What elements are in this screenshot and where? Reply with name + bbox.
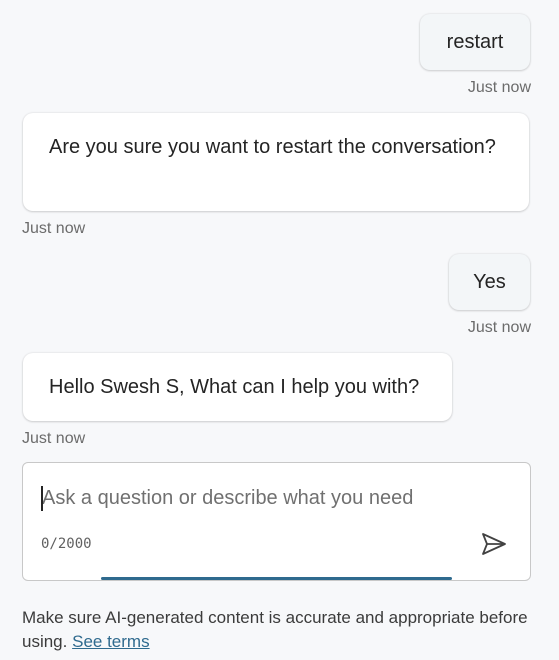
message-timestamp: Just now bbox=[467, 79, 531, 96]
character-counter: 0/2000 bbox=[41, 536, 92, 552]
send-button[interactable] bbox=[479, 529, 509, 559]
message-text: restart bbox=[446, 31, 504, 53]
message-text: Are you sure you want to restart the con… bbox=[49, 136, 496, 158]
chat-transcript: restart Just now Are you sure you want t… bbox=[0, 0, 559, 460]
assistant-message-bubble: Hello Swesh S, What can I help you with? bbox=[23, 353, 452, 421]
message-timestamp: Just now bbox=[22, 430, 86, 447]
message-text: Yes bbox=[473, 271, 506, 293]
send-icon bbox=[482, 533, 506, 555]
assistant-message-bubble: Are you sure you want to restart the con… bbox=[23, 113, 529, 211]
user-message-bubble: Yes bbox=[449, 254, 530, 310]
ai-disclaimer: Make sure AI-generated content is accura… bbox=[22, 606, 537, 654]
see-terms-link[interactable]: See terms bbox=[72, 632, 149, 651]
text-cursor bbox=[41, 486, 43, 511]
input-focus-indicator bbox=[101, 577, 452, 580]
message-timestamp: Just now bbox=[467, 319, 531, 336]
chat-composer[interactable]: Ask a question or describe what you need… bbox=[22, 462, 531, 581]
message-timestamp: Just now bbox=[22, 220, 86, 237]
message-input[interactable]: Ask a question or describe what you need bbox=[42, 484, 413, 512]
message-text: Hello Swesh S, What can I help you with? bbox=[49, 376, 420, 398]
user-message-bubble: restart bbox=[420, 14, 530, 70]
